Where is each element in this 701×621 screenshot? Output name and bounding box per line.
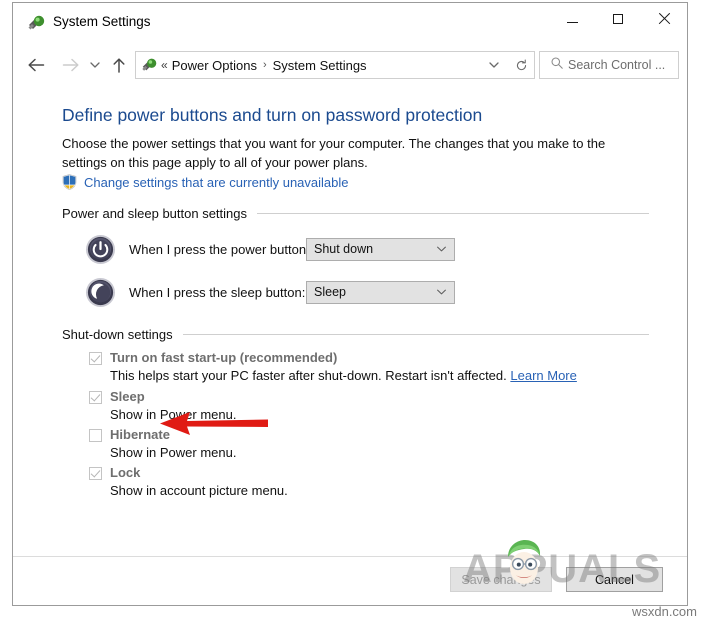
save-changes-button[interactable]: Save changes — [450, 567, 552, 592]
site-watermark: wsxdn.com — [631, 604, 697, 619]
up-arrow-icon — [113, 57, 125, 73]
checkbox-fast-startup[interactable] — [89, 352, 102, 365]
address-bar[interactable]: « Power Options › System Settings — [135, 51, 510, 79]
breadcrumb-power-options[interactable]: Power Options — [172, 58, 257, 73]
search-input[interactable]: Search Control ... — [568, 58, 665, 72]
cancel-button[interactable]: Cancel — [566, 567, 663, 592]
sleep-button-action-value: Sleep — [314, 285, 346, 299]
power-button-icon — [85, 234, 116, 265]
recent-locations-button[interactable] — [85, 50, 105, 80]
search-icon — [550, 56, 564, 75]
sleep-button-icon — [85, 277, 116, 308]
content-pane: Define power buttons and turn on passwor… — [13, 87, 687, 557]
system-settings-window: System Settings « Power Options › System… — [12, 2, 688, 606]
change-settings-link-label[interactable]: Change settings that are currently unava… — [84, 175, 349, 190]
maximize-icon — [613, 13, 623, 24]
breadcrumb-separator: › — [262, 59, 267, 71]
checkbox-sub-fast-startup: This helps start your PC faster after sh… — [110, 368, 577, 383]
section-divider — [182, 334, 649, 335]
checkbox-row-sleep[interactable]: Sleep — [89, 389, 145, 404]
minimize-icon — [566, 22, 578, 23]
back-arrow-icon — [27, 58, 44, 72]
checkbox-sub-lock: Show in account picture menu. — [110, 483, 288, 498]
checkbox-row-lock[interactable]: Lock — [89, 465, 140, 480]
page-title: Define power buttons and turn on passwor… — [62, 105, 483, 125]
breadcrumb-system-settings[interactable]: System Settings — [273, 58, 367, 73]
section-label: Shut-down settings — [62, 327, 173, 342]
forward-arrow-icon — [62, 58, 79, 72]
minimize-button[interactable] — [549, 3, 595, 34]
shield-icon — [62, 174, 77, 190]
checkbox-label-lock: Lock — [110, 465, 141, 480]
chevron-down-icon — [436, 283, 447, 301]
section-header-power-sleep: Power and sleep button settings — [62, 206, 649, 221]
checkbox-hibernate[interactable] — [89, 429, 102, 442]
checkbox-label-hibernate: Hibernate — [110, 427, 170, 442]
page-description: Choose the power settings that you want … — [62, 136, 606, 170]
search-box[interactable]: Search Control ... — [539, 51, 679, 79]
checkbox-sub-text: This helps start your PC faster after sh… — [110, 368, 507, 383]
power-options-icon — [27, 14, 45, 32]
section-divider — [257, 213, 649, 214]
refresh-button[interactable] — [509, 51, 535, 79]
up-level-button[interactable] — [105, 50, 133, 80]
section-header-shutdown: Shut-down settings — [62, 327, 649, 342]
chevron-down-icon — [90, 62, 100, 68]
forward-button[interactable] — [55, 50, 85, 80]
refresh-icon — [516, 58, 527, 70]
close-button[interactable] — [641, 3, 687, 34]
maximize-button[interactable] — [595, 3, 641, 34]
footer-bar: Save changes Cancel — [13, 556, 687, 605]
checkbox-sleep[interactable] — [89, 391, 102, 404]
navigation-bar: « Power Options › System Settings Search… — [13, 43, 687, 87]
checkbox-sub-sleep: Show in Power menu. — [110, 407, 237, 422]
power-button-action-dropdown[interactable]: Shut down — [306, 237, 455, 261]
section-label: Power and sleep button settings — [62, 206, 248, 221]
change-settings-link[interactable]: Change settings that are currently unava… — [62, 174, 349, 190]
breadcrumb-overflow[interactable]: « — [161, 59, 168, 71]
sleep-button-label: When I press the sleep button: — [129, 284, 306, 300]
title-bar: System Settings — [13, 3, 687, 43]
checkbox-sub-hibernate: Show in Power menu. — [110, 445, 237, 460]
power-button-label: When I press the power button: — [129, 241, 310, 257]
back-button[interactable] — [21, 50, 51, 80]
close-icon — [657, 12, 671, 26]
power-button-action-value: Shut down — [314, 242, 374, 256]
power-button-setting-row: When I press the power button: Shut down — [62, 232, 455, 266]
sleep-button-action-dropdown[interactable]: Sleep — [306, 280, 455, 304]
power-options-icon — [141, 57, 157, 73]
checkbox-row-hibernate[interactable]: Hibernate — [89, 427, 170, 442]
chevron-down-icon — [436, 240, 447, 258]
chevron-down-icon — [489, 62, 499, 68]
checkbox-lock[interactable] — [89, 467, 102, 480]
window-title: System Settings — [53, 14, 151, 29]
checkbox-label-sleep: Sleep — [110, 389, 145, 404]
learn-more-link[interactable]: Learn More — [510, 368, 576, 383]
checkbox-row-fast-startup[interactable]: Turn on fast start-up (recommended) — [89, 350, 337, 365]
checkbox-label-fast-startup: Turn on fast start-up (recommended) — [110, 350, 338, 365]
sleep-button-setting-row: When I press the sleep button: Sleep — [62, 275, 455, 309]
address-dropdown-button[interactable] — [485, 52, 503, 78]
